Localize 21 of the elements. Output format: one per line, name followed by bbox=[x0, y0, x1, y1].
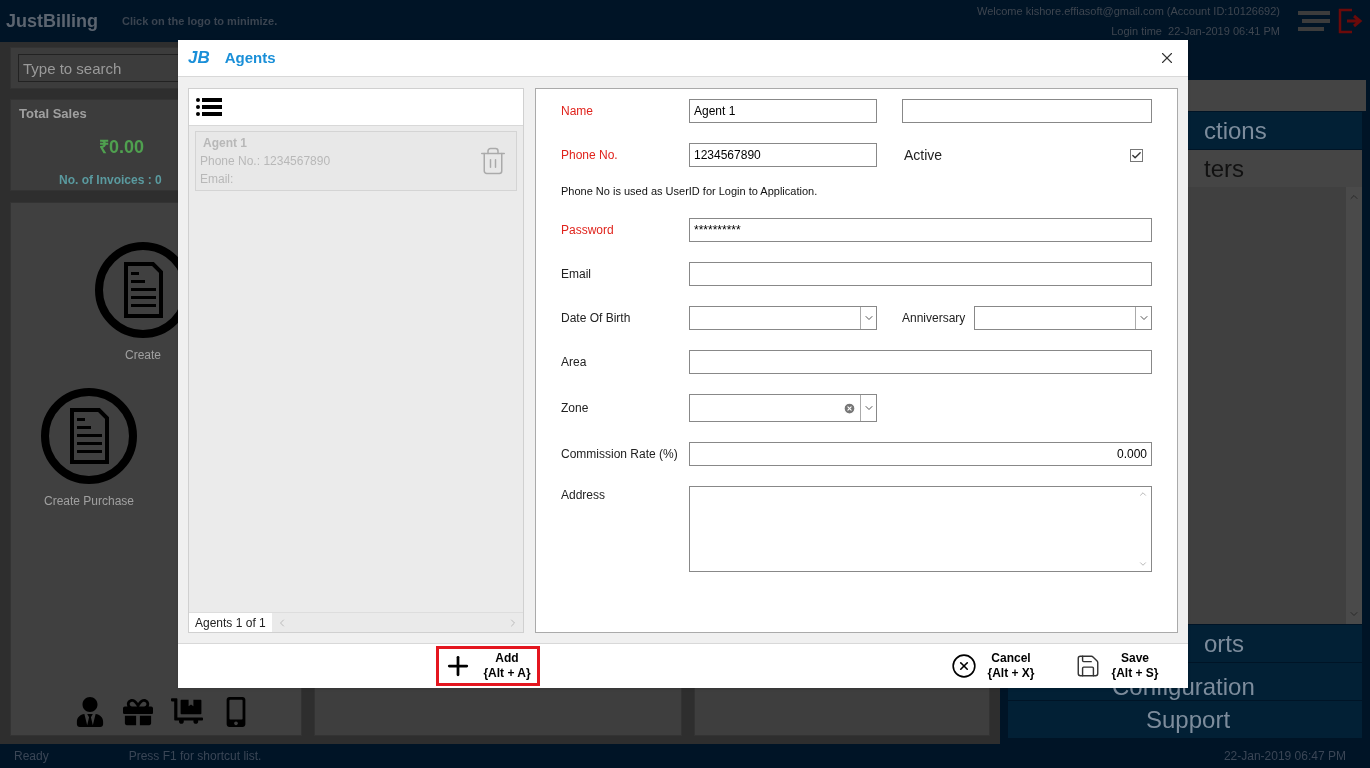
field-label: Anniversary bbox=[902, 310, 967, 327]
status-text: Ready bbox=[14, 748, 49, 765]
field-label: Password bbox=[561, 222, 615, 239]
card-title: Total Sales bbox=[19, 105, 87, 123]
field-label: Name bbox=[561, 103, 594, 120]
help-text: Phone No is used as UserID for Login to Application. bbox=[561, 183, 818, 199]
sales-amount: ₹0.00 bbox=[99, 135, 145, 159]
field-label: Date Of Birth bbox=[561, 310, 632, 327]
welcome-text: Welcome kishore.effiasoft@gmail.com (Account ID:10126692) bbox=[977, 3, 1280, 19]
field-label: Commission Rate (%) bbox=[561, 446, 679, 463]
field-label: Area bbox=[561, 354, 588, 371]
active-label: Active bbox=[904, 145, 943, 165]
field-label: Address bbox=[561, 487, 607, 504]
field-label: Phone No. bbox=[561, 147, 619, 164]
field-label: Email bbox=[561, 266, 592, 283]
pager-text: Agents 1 of 1 bbox=[189, 613, 272, 632]
minimize-hint: Click on the logo to minimize. bbox=[122, 13, 278, 29]
field-label: Zone bbox=[561, 400, 590, 417]
login-time: Login time 22-Jan-2019 06:41 PM bbox=[1111, 24, 1280, 39]
status-time: 22-Jan-2019 06:47 PM bbox=[1223, 748, 1346, 765]
invoice-count: No. of Invoices : 0 bbox=[59, 171, 162, 189]
